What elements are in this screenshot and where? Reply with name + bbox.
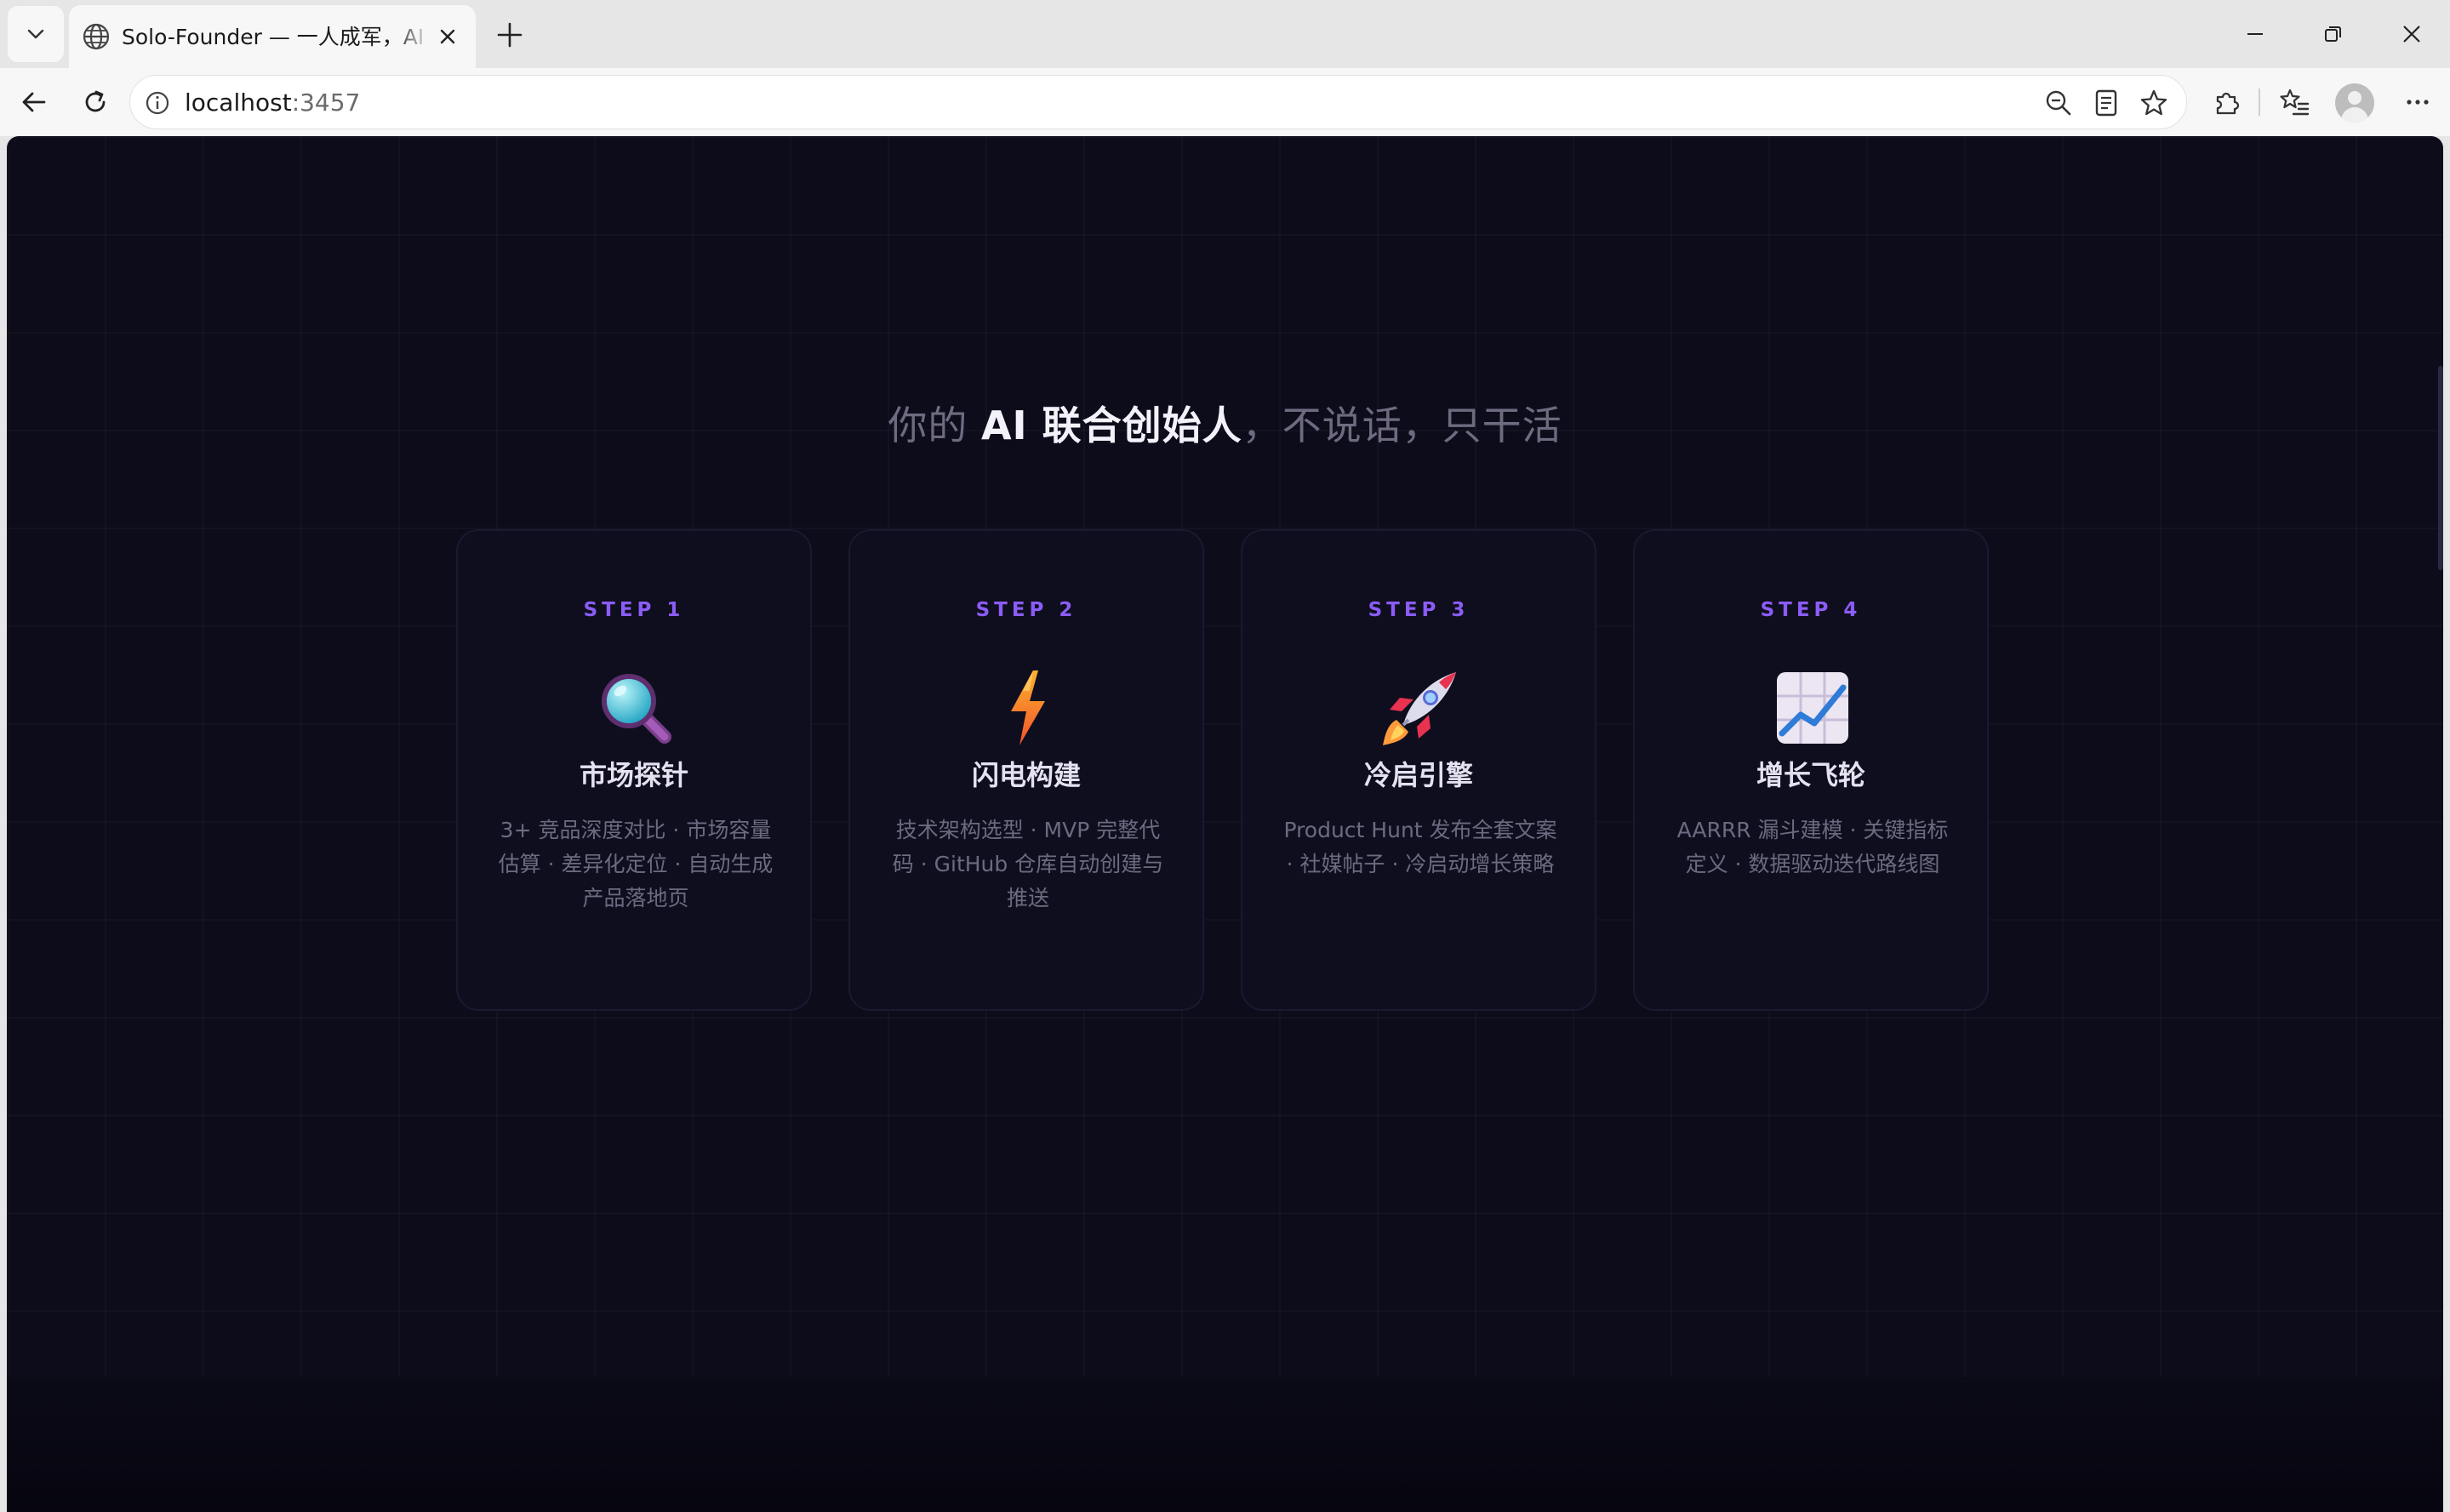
step-description: Product Hunt 发布全套文案 · 社媒帖子 · 冷启动增长策略 — [1283, 818, 1557, 876]
reload-button[interactable] — [71, 78, 119, 126]
step-description: 3+ 竞品深度对比 · 市场容量估算 · 差异化定位 · 自动生成产品落地页 — [498, 818, 774, 910]
close-window-button[interactable] — [2386, 14, 2437, 54]
restore-icon — [2325, 26, 2341, 42]
restore-button[interactable] — [2308, 14, 2359, 54]
zoom-out-icon — [2046, 90, 2071, 116]
toolbar-divider — [2259, 88, 2260, 116]
step-card-1: STEP 1 市场探针 3+ 竞品深度对比 · 市场容量估算 · 差异化定位 ·… — [456, 529, 812, 1011]
tab-title-fade — [392, 17, 431, 56]
step-title: 闪电构建 — [971, 759, 1081, 791]
tab-list-button[interactable] — [8, 6, 64, 62]
favorites-button[interactable] — [2270, 78, 2318, 126]
step-description: 技术架构选型 · MVP 完整代码 · GitHub 仓库自动创建与推送 — [892, 818, 1164, 910]
avatar-head — [2348, 91, 2361, 105]
step-card-2: STEP 2 闪电构建 技术架构选型 · MVP 完整代码 · GitHub 仓… — [848, 529, 1204, 1011]
plus-icon — [497, 22, 523, 48]
minimize-icon — [2247, 33, 2263, 35]
minimize-button[interactable] — [2230, 14, 2281, 54]
step-label: STEP 1 — [583, 599, 685, 621]
page-viewport: 你的 AI 联合创始人，不说话，只干活 STEP 1 市场探针 3+ 竞品深度对… — [7, 136, 2443, 1512]
step-label: STEP 4 — [1760, 599, 1862, 621]
star-icon — [2140, 89, 2167, 116]
rocket-icon — [1383, 672, 1456, 745]
new-tab-button[interactable] — [492, 17, 528, 53]
reader-mode-button[interactable] — [2087, 84, 2125, 122]
reader-icon — [2095, 89, 2117, 117]
headline-emphasis: AI 联合创始人 — [980, 402, 1242, 448]
step-title: 增长飞轮 — [1756, 759, 1865, 791]
url-text[interactable]: localhost:3457 — [185, 84, 360, 122]
background-grid — [7, 136, 2443, 1378]
next-section — [7, 1377, 2443, 1512]
tab-title: Solo-Founder — 一人成军，AI 全栈 — [122, 25, 428, 49]
close-icon — [440, 29, 455, 44]
step-description: AARRR 漏斗建模 · 关键指标定义 · 数据驱动迭代路线图 — [1676, 818, 1949, 876]
step-label: STEP 3 — [1368, 599, 1470, 621]
address-bar[interactable]: localhost:3457 — [129, 75, 2187, 129]
chart-increasing-icon — [1777, 672, 1848, 744]
headline-prefix: 你的 — [888, 402, 981, 448]
browser-toolbar: localhost:3457 — [0, 68, 2450, 136]
section-headline: 你的 AI 联合创始人，不说话，只干活 — [7, 391, 2443, 459]
globe-icon — [83, 23, 110, 50]
step-card-3: STEP 3 冷启引擎 Product Hunt 发布全套文案 · 社媒帖子 ·… — [1241, 529, 1596, 1011]
close-tab-button[interactable] — [433, 22, 462, 51]
lightning-icon — [1011, 670, 1045, 745]
avatar-body — [2341, 107, 2368, 123]
step-title: 市场探针 — [579, 759, 688, 791]
back-button[interactable] — [10, 78, 58, 126]
more-horizontal-icon — [2407, 100, 2429, 105]
step-card-4: STEP 4 增长飞轮 AARRR 漏斗建模 · 关键指标定义 · 数据驱动迭代… — [1633, 529, 1989, 1011]
extensions-button[interactable] — [2202, 78, 2250, 126]
info-icon[interactable] — [142, 88, 173, 118]
arrow-left-icon — [22, 92, 46, 112]
favorites-list-icon — [2280, 88, 2310, 116]
favorite-button[interactable] — [2135, 84, 2173, 122]
magnifying-glass-icon — [602, 674, 671, 744]
chevron-down-icon — [27, 29, 44, 39]
close-icon — [2403, 26, 2420, 43]
step-title: 冷启引擎 — [1363, 759, 1473, 791]
browser-tab[interactable]: Solo-Founder — 一人成军，AI 全栈 — [69, 5, 476, 68]
step-label: STEP 2 — [975, 599, 1077, 621]
url-host: localhost — [185, 88, 292, 117]
puzzle-icon — [2216, 92, 2240, 115]
zoom-button[interactable] — [2040, 84, 2077, 122]
profile-avatar[interactable] — [2335, 83, 2374, 123]
browser-tabbar: Solo-Founder — 一人成军，AI 全栈 — [0, 0, 2450, 68]
url-port: :3457 — [291, 88, 361, 117]
headline-suffix: ，不说话，只干活 — [1242, 402, 1562, 448]
reload-icon — [85, 90, 106, 112]
settings-more-button[interactable] — [2394, 78, 2441, 126]
